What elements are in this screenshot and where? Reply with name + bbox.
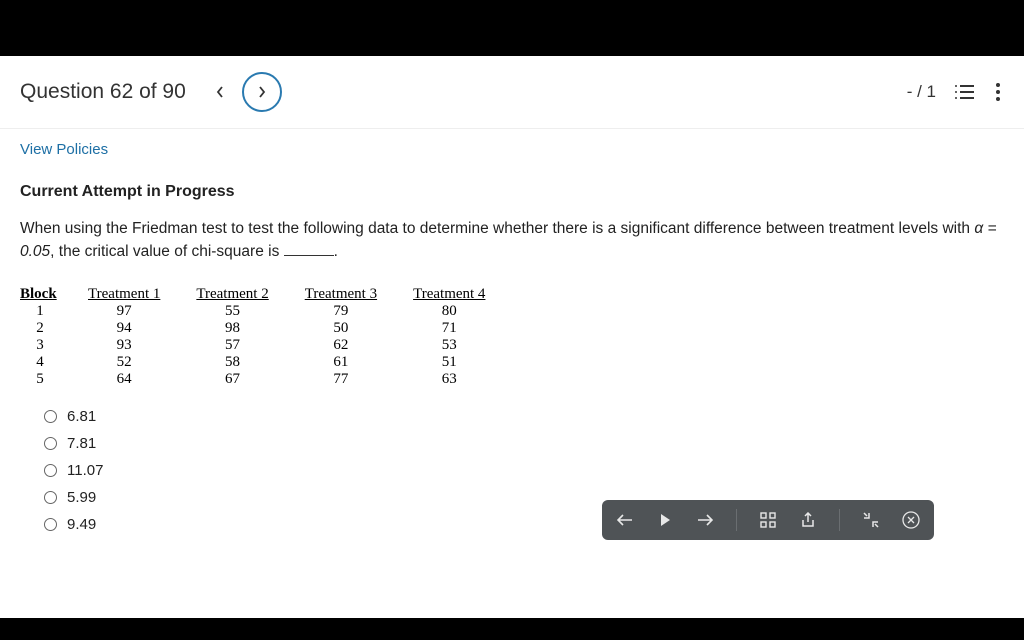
answer-option[interactable]: 6.81 xyxy=(44,408,1024,425)
table-cell: 57 xyxy=(178,337,286,354)
table-cell: 5 xyxy=(20,371,70,388)
table-cell: 61 xyxy=(287,354,395,371)
table-cell: 58 xyxy=(178,354,286,371)
page: Question 62 of 90 - / 1 xyxy=(0,56,1024,618)
option-label: 11.07 xyxy=(67,462,103,479)
toolbar-share-button[interactable] xyxy=(799,511,817,529)
table-cell: 52 xyxy=(70,354,178,371)
question-counter: Question 62 of 90 xyxy=(20,80,186,104)
close-circle-icon xyxy=(902,511,920,529)
table-row: 197557980 xyxy=(20,303,503,320)
table-row: 564677763 xyxy=(20,371,503,388)
table-cell: 64 xyxy=(70,371,178,388)
dot-icon xyxy=(996,90,1000,94)
question-text-part1: When using the Friedman test to test the… xyxy=(20,220,974,237)
question-header: Question 62 of 90 - / 1 xyxy=(0,56,1024,129)
table-header-cell: Treatment 4 xyxy=(395,286,503,303)
table-cell: 55 xyxy=(178,303,286,320)
table-cell: 62 xyxy=(287,337,395,354)
table-header-cell: Block xyxy=(20,286,70,303)
table-cell: 1 xyxy=(20,303,70,320)
toolbar-separator xyxy=(736,509,737,531)
table-row: 393576253 xyxy=(20,337,503,354)
question-text: When using the Friedman test to test the… xyxy=(0,213,1024,274)
toolbar-play-button[interactable] xyxy=(656,511,674,529)
table-header-cell: Treatment 3 xyxy=(287,286,395,303)
next-question-button[interactable] xyxy=(242,72,282,112)
collapse-icon xyxy=(863,512,879,528)
period: . xyxy=(334,243,338,260)
radio-icon xyxy=(44,464,57,477)
question-list-button[interactable] xyxy=(954,84,974,100)
table-cell: 77 xyxy=(287,371,395,388)
table-cell: 71 xyxy=(395,320,503,337)
table-cell: 50 xyxy=(287,320,395,337)
radio-icon xyxy=(44,437,57,450)
table-cell: 53 xyxy=(395,337,503,354)
data-table: BlockTreatment 1Treatment 2Treatment 3Tr… xyxy=(20,286,503,388)
arrow-right-icon xyxy=(697,513,713,527)
table-cell: 97 xyxy=(70,303,178,320)
arrow-left-icon xyxy=(617,513,633,527)
table-header-cell: Treatment 1 xyxy=(70,286,178,303)
table-row: 452586151 xyxy=(20,354,503,371)
table-header-row: BlockTreatment 1Treatment 2Treatment 3Tr… xyxy=(20,286,503,303)
table-cell: 79 xyxy=(287,303,395,320)
option-label: 7.81 xyxy=(67,435,96,452)
blank-fill xyxy=(284,255,334,256)
option-label: 9.49 xyxy=(67,516,96,533)
prev-question-button[interactable] xyxy=(204,76,236,108)
table-cell: 4 xyxy=(20,354,70,371)
view-policies-link[interactable]: View Policies xyxy=(20,141,108,158)
toolbar-collapse-button[interactable] xyxy=(862,511,880,529)
score-display: - / 1 xyxy=(907,82,936,102)
toolbar-separator xyxy=(839,509,840,531)
table-cell: 2 xyxy=(20,320,70,337)
table-cell: 98 xyxy=(178,320,286,337)
answer-option[interactable]: 7.81 xyxy=(44,435,1024,452)
table-cell: 93 xyxy=(70,337,178,354)
letterbox-top xyxy=(0,0,1024,56)
numbered-list-icon xyxy=(954,84,974,100)
chevron-right-icon xyxy=(257,85,267,99)
table-cell: 67 xyxy=(178,371,286,388)
attempt-status: Current Attempt in Progress xyxy=(0,167,1024,213)
toolbar-back-button[interactable] xyxy=(616,511,634,529)
table-cell: 3 xyxy=(20,337,70,354)
grid-icon xyxy=(760,512,776,528)
table-cell: 94 xyxy=(70,320,178,337)
answer-option[interactable]: 11.07 xyxy=(44,462,1024,479)
radio-icon xyxy=(44,491,57,504)
play-icon xyxy=(658,513,672,527)
table-row: 294985071 xyxy=(20,320,503,337)
dot-icon xyxy=(996,83,1000,87)
question-text-part2: , the critical value of chi-square is xyxy=(50,243,283,260)
table-cell: 80 xyxy=(395,303,503,320)
letterbox-bottom xyxy=(0,618,1024,640)
policies-row: View Policies xyxy=(0,129,1024,167)
header-right: - / 1 xyxy=(907,82,1004,102)
dot-icon xyxy=(996,97,1000,101)
option-label: 5.99 xyxy=(67,489,96,506)
table-body: 1975579802949850713935762534525861515646… xyxy=(20,303,503,388)
chevron-left-icon xyxy=(215,85,225,99)
radio-icon xyxy=(44,518,57,531)
radio-icon xyxy=(44,410,57,423)
media-toolbar xyxy=(602,500,934,540)
table-header-cell: Treatment 2 xyxy=(178,286,286,303)
toolbar-forward-button[interactable] xyxy=(696,511,714,529)
table-cell: 51 xyxy=(395,354,503,371)
toolbar-grid-button[interactable] xyxy=(759,511,777,529)
table-cell: 63 xyxy=(395,371,503,388)
option-label: 6.81 xyxy=(67,408,96,425)
more-menu-button[interactable] xyxy=(992,83,1004,101)
share-icon xyxy=(800,512,816,528)
toolbar-close-button[interactable] xyxy=(902,511,920,529)
